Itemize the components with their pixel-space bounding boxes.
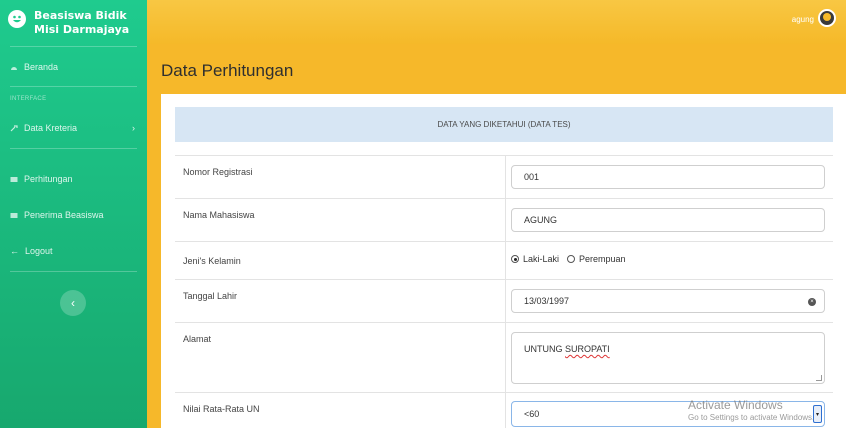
form-row-birthdate: Tanggal Lahir 13/03/1997 × — [175, 279, 833, 322]
page-title: Data Perhitungan — [161, 61, 294, 80]
sidebar-toggle-button[interactable]: ‹ — [60, 290, 86, 316]
main-content: Data Perhitungan DATA YANG DIKETAHUI (DA… — [147, 44, 846, 428]
clear-icon[interactable]: × — [808, 298, 816, 306]
address-label: Alamat — [183, 334, 212, 344]
form-card: DATA YANG DIKETAHUI (DATA TES) Nomor Reg… — [161, 94, 846, 428]
form-row-registration: Nomor Registrasi 001 — [175, 155, 833, 198]
chevron-updown-icon[interactable]: ▾ — [813, 405, 822, 423]
sidebar-item-dashboard[interactable]: Beranda — [0, 62, 68, 72]
address-textarea[interactable]: UNTUNG SUROPATI — [511, 332, 825, 384]
sidebar-item-label: Beranda — [24, 62, 59, 72]
form-row-address: Alamat UNTUNG SUROPATI — [175, 322, 833, 392]
name-label: Nama Mahasiswa — [183, 210, 255, 220]
form-row-score: Nilai Rata-Rata UN <60 ▾ — [175, 392, 833, 428]
gender-option-label[interactable]: Perempuan — [579, 254, 626, 264]
sidebar-item-criteria[interactable]: Data Kreteria › — [0, 123, 147, 133]
sidebar-item-label: Data Kreteria — [24, 123, 78, 133]
sidebar-item-calculation[interactable]: Perhitungan — [0, 174, 83, 184]
cell-divider — [505, 280, 506, 322]
topbar: agung — [147, 0, 846, 44]
brand-title: Beasiswa Bidik Misi Darmajaya — [34, 9, 130, 36]
user-name[interactable]: agung — [792, 15, 814, 24]
sidebar-divider — [10, 46, 137, 47]
sidebar-item-label: Penerima Beasiswa — [24, 210, 104, 220]
wrench-icon — [10, 124, 18, 131]
sidebar-item-recipients[interactable]: Penerima Beasiswa — [0, 210, 114, 220]
cell-divider — [505, 199, 506, 241]
gender-radio-male[interactable] — [511, 255, 519, 263]
sidebar-divider — [10, 86, 137, 87]
score-value: <60 — [524, 409, 540, 419]
sidebar-item-label: Perhitungan — [24, 174, 73, 184]
score-label: Nilai Rata-Rata UN — [183, 404, 260, 414]
gender-radio-group: Laki-Laki Perempuan — [511, 254, 626, 264]
sidebar-item-label: Logout — [25, 246, 53, 256]
sidebar-divider — [10, 148, 137, 149]
gender-label: Jeni's Kelamin — [183, 256, 241, 266]
birthdate-value: 13/03/1997 — [524, 296, 570, 306]
table-icon — [10, 176, 18, 182]
sidebar-item-logout[interactable]: ← Logout — [0, 246, 63, 256]
avatar[interactable] — [818, 9, 836, 27]
birthdate-label: Tanggal Lahir — [183, 291, 238, 301]
form-row-name: Nama Mahasiswa AGUNG — [175, 198, 833, 241]
gender-option-label[interactable]: Laki-Laki — [523, 254, 559, 264]
sidebar: Beasiswa Bidik Misi Darmajaya Beranda IN… — [0, 0, 147, 428]
resize-handle[interactable] — [816, 375, 822, 381]
cell-divider — [505, 323, 506, 392]
arrow-left-icon: ← — [10, 246, 19, 256]
brand[interactable]: Beasiswa Bidik Misi Darmajaya — [0, 0, 147, 46]
birthdate-input[interactable]: 13/03/1997 × — [511, 289, 825, 313]
name-input[interactable]: AGUNG — [511, 208, 825, 232]
table-header: DATA YANG DIKETAHUI (DATA TES) — [175, 107, 833, 142]
cell-divider — [505, 242, 506, 279]
table-icon — [10, 212, 18, 218]
sidebar-divider — [10, 271, 137, 272]
score-select[interactable]: <60 ▾ — [511, 401, 825, 427]
chevron-left-icon: ‹ — [71, 296, 75, 310]
dashboard-icon — [11, 66, 17, 70]
cell-divider — [505, 393, 506, 428]
gender-radio-female[interactable] — [567, 255, 576, 263]
smile-face-icon — [8, 10, 26, 28]
sidebar-heading: INTERFACE — [10, 96, 47, 102]
chevron-right-icon: › — [132, 123, 135, 133]
form-row-gender: Jeni's Kelamin Laki-Laki Perempuan — [175, 241, 833, 279]
cell-divider — [505, 156, 506, 198]
registration-input[interactable]: 001 — [511, 165, 825, 189]
registration-label: Nomor Registrasi — [183, 167, 253, 177]
